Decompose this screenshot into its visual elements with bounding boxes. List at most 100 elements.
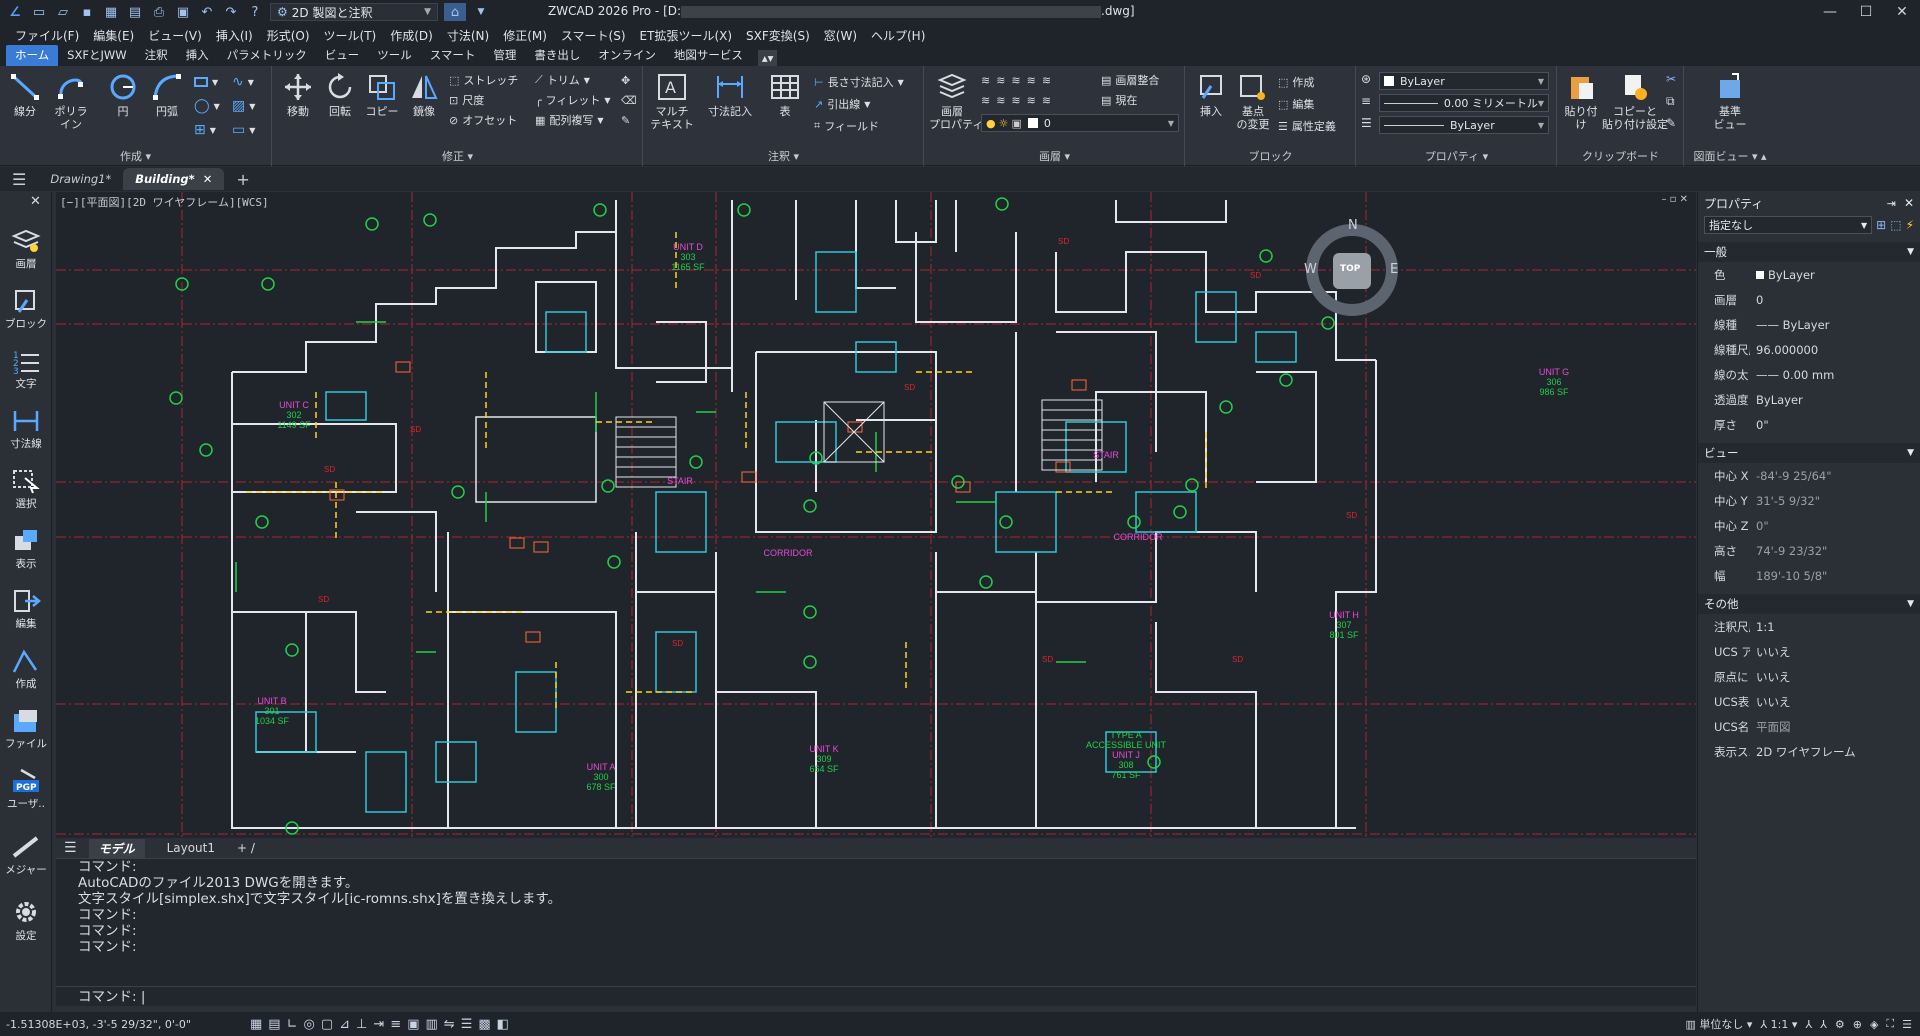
- erase-button[interactable]: ⌫: [621, 90, 637, 110]
- prop-row-ucs-origin[interactable]: 原点に ...いいえ: [1698, 664, 1920, 689]
- ribbon-toggle-icon[interactable]: ▴▾: [757, 50, 778, 66]
- menu-help[interactable]: ヘルプ(H): [864, 27, 932, 44]
- tab-home[interactable]: ホーム: [6, 45, 59, 66]
- compass-west[interactable]: W: [1304, 262, 1317, 277]
- prop-row-color[interactable]: 色 ByLayer: [1698, 262, 1920, 287]
- layers-panel-title[interactable]: 画層 ▾: [925, 148, 1184, 164]
- add-layout-icon[interactable]: + /: [237, 841, 255, 855]
- arc-button[interactable]: 円弧: [146, 70, 188, 118]
- save-as-icon[interactable]: ▤: [126, 3, 144, 21]
- prop-row-annoscale[interactable]: 注釈尺度1:1: [1698, 614, 1920, 639]
- selection-cycling-icon[interactable]: ⇋: [444, 1017, 455, 1032]
- tab-tools[interactable]: ツール: [368, 45, 421, 66]
- array-button[interactable]: ▦ 配列複写 ▼: [535, 110, 604, 130]
- menu-modify[interactable]: 修正(M): [496, 27, 554, 44]
- pin-icon[interactable]: ⇥: [1887, 197, 1896, 210]
- prop-row-width[interactable]: 幅 189'-10 5/8": [1698, 563, 1920, 588]
- new-file-icon[interactable]: ▭: [30, 3, 48, 21]
- section-view[interactable]: ビュー ▼: [1698, 443, 1920, 463]
- menu-smart[interactable]: スマート(S): [554, 27, 633, 44]
- clean-screen-icon[interactable]: ⛶: [1886, 1017, 1894, 1031]
- annotation-visibility-icon[interactable]: ⅄: [1805, 1018, 1812, 1031]
- ellipse-button[interactable]: ◯ ▼: [194, 96, 220, 116]
- auto-scale-icon[interactable]: ⅄: [1820, 1018, 1827, 1031]
- file-tabs-menu-icon[interactable]: ☰: [0, 168, 38, 190]
- tab-smart[interactable]: スマート: [421, 45, 485, 66]
- palette-measure[interactable]: メジャー: [2, 834, 50, 877]
- cut-icon[interactable]: ✂: [1666, 72, 1676, 86]
- palette-draw[interactable]: 作成: [2, 648, 50, 691]
- menu-window[interactable]: 窓(W): [817, 27, 864, 44]
- file-tab-drawing1[interactable]: Drawing1*: [38, 168, 123, 190]
- attdef-button[interactable]: ☰ 属性定義: [1278, 116, 1336, 136]
- block-edit-button[interactable]: ⬚ 編集: [1278, 94, 1314, 114]
- hardware-accel-icon[interactable]: ◈: [1870, 1018, 1878, 1031]
- tab-view[interactable]: ビュー: [316, 45, 369, 66]
- menu-dimension[interactable]: 寸法(N): [440, 27, 496, 44]
- minimize-button[interactable]: —: [1812, 0, 1848, 24]
- coordinate-readout[interactable]: -1.51308E+03, -3'-5 29/32", 0'-0": [0, 1018, 250, 1031]
- polyline-button[interactable]: ポリライン: [50, 70, 92, 131]
- draw-panel-title[interactable]: 作成 ▾: [0, 148, 271, 164]
- prop-row-ucs-per-viewport[interactable]: UCS表示いいえ: [1698, 689, 1920, 714]
- viewcube[interactable]: TOP N E W: [1302, 218, 1402, 320]
- tab-layout1[interactable]: Layout1: [157, 840, 225, 856]
- drawing-view-title[interactable]: 図面ビュー ▾ ▴: [1685, 148, 1775, 164]
- palette-layer[interactable]: 画層: [2, 228, 50, 271]
- workspace-selector[interactable]: ⚙ 2D 製図と注釈 ▼: [270, 3, 438, 21]
- color-dropdown[interactable]: ByLayer ▼: [1379, 72, 1549, 90]
- prop-row-layer[interactable]: 画層 0: [1698, 287, 1920, 312]
- lock-ui-icon[interactable]: ⊕: [1853, 1018, 1862, 1031]
- block-panel-title[interactable]: ブロック: [1186, 148, 1355, 164]
- lineweight-toggle-icon[interactable]: ≡: [390, 1017, 401, 1032]
- circle-button[interactable]: 円: [102, 70, 144, 118]
- mirror-button[interactable]: 鏡像: [403, 70, 445, 118]
- model-space-icon[interactable]: ▩: [478, 1017, 490, 1032]
- clipboard-copy-icon[interactable]: ⧉: [1666, 94, 1675, 109]
- save-all-icon[interactable]: ▦: [102, 3, 120, 21]
- layer-match-button[interactable]: ▤ 画層整合: [1101, 70, 1159, 90]
- palette-file[interactable]: ファイル: [2, 708, 50, 751]
- match-properties-icon[interactable]: ⊛: [1361, 72, 1371, 86]
- tab-model[interactable]: モデル: [88, 838, 145, 858]
- close-tab-icon[interactable]: ✕: [203, 172, 213, 186]
- section-misc[interactable]: その他 ▼: [1698, 594, 1920, 614]
- plot-icon[interactable]: ⎙: [150, 3, 168, 21]
- tab-insert[interactable]: 挿入: [177, 45, 218, 66]
- file-tab-building[interactable]: Building* ✕: [123, 168, 225, 190]
- prop-row-linetype[interactable]: 線種 —— ByLayer: [1698, 312, 1920, 337]
- tab-parametric[interactable]: パラメトリック: [218, 45, 316, 66]
- annotation-scale[interactable]: ⅄ 1:1 ▾: [1760, 1018, 1797, 1031]
- menu-view[interactable]: ビュー(V): [141, 27, 209, 44]
- field-button[interactable]: ⌗ フィールド: [814, 116, 879, 136]
- scale-button[interactable]: ⊡ 尺度: [449, 90, 484, 110]
- undo-icon[interactable]: ↶: [198, 3, 216, 21]
- open-file-icon[interactable]: ▱: [54, 3, 72, 21]
- hatch-button[interactable]: ▨ ▼: [232, 96, 255, 116]
- base-view-button[interactable]: 基準 ビュー: [1709, 70, 1751, 131]
- prop-row-center-y[interactable]: 中心 Y 31'-5 9/32": [1698, 488, 1920, 513]
- menu-et[interactable]: ET拡張ツール(X): [633, 27, 740, 44]
- new-tab-button[interactable]: +: [224, 168, 261, 190]
- copy-button[interactable]: コピー: [361, 70, 403, 118]
- copy-paste-settings-button[interactable]: コピーと 貼り付け設定: [1602, 70, 1668, 131]
- menu-file[interactable]: ファイル(F): [8, 27, 86, 44]
- prop-row-ltscale[interactable]: 線種尺度96.000000: [1698, 337, 1920, 362]
- otrack-icon[interactable]: ⊿: [339, 1017, 350, 1032]
- properties-ribbon-title[interactable]: プロパティ ▾: [1357, 148, 1556, 164]
- tab-map-service[interactable]: 地図サービス: [665, 45, 752, 66]
- prop-row-center-z[interactable]: 中心 Z 0": [1698, 513, 1920, 538]
- prop-row-height[interactable]: 高さ 74'-9 23/32": [1698, 538, 1920, 563]
- prop-row-thickness[interactable]: 厚さ 0": [1698, 412, 1920, 437]
- menu-tools[interactable]: ツール(T): [317, 27, 384, 44]
- redo-icon[interactable]: ↷: [222, 3, 240, 21]
- snap-icon[interactable]: ▤: [268, 1017, 280, 1032]
- rectangle-button[interactable]: ▼: [194, 72, 218, 92]
- menu-edit[interactable]: 編集(E): [86, 27, 141, 44]
- palette-edit[interactable]: 編集: [2, 588, 50, 631]
- insert-block-button[interactable]: 挿入: [1190, 70, 1232, 118]
- section-general[interactable]: 一般 ▼: [1698, 242, 1920, 262]
- drawing-canvas[interactable]: UNIT D 303 1165 SF UNIT C 302 1149 SF UN…: [56, 192, 1696, 838]
- layer-properties-button[interactable]: 画層 プロパティ: [929, 70, 983, 131]
- quick-props-icon[interactable]: ▥: [425, 1017, 437, 1032]
